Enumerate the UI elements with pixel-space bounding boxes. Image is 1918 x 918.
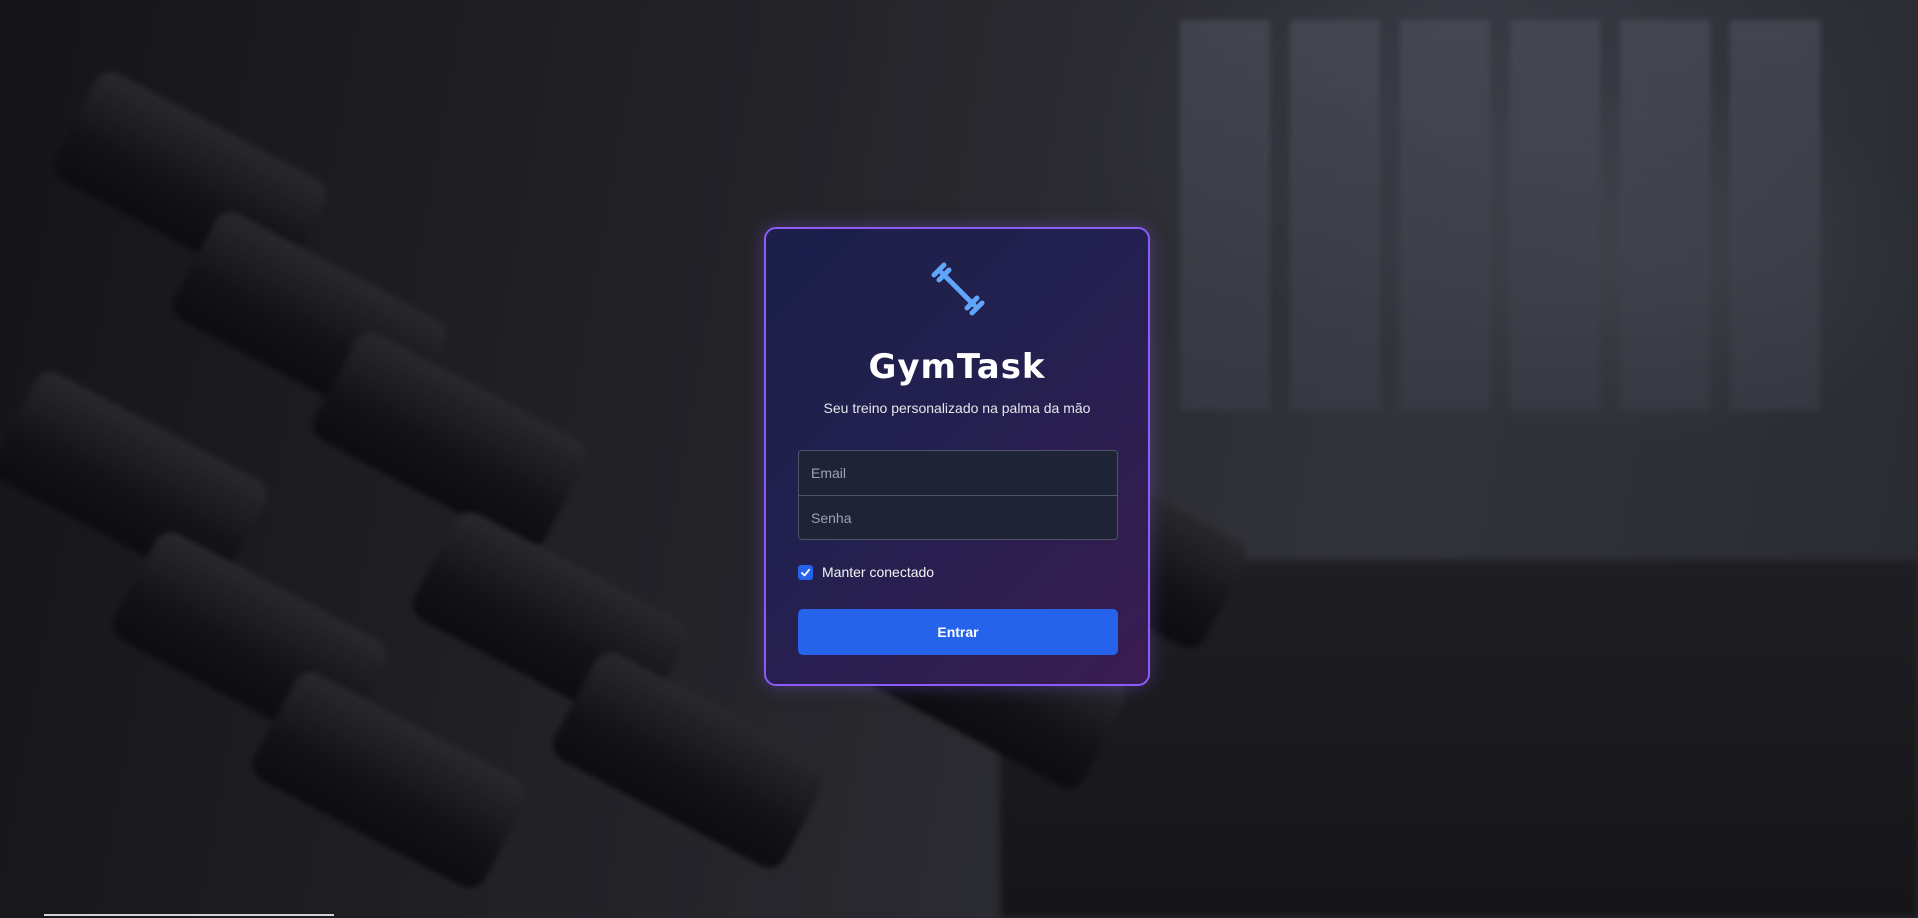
app-title: GymTask	[868, 347, 1046, 387]
remember-label: Manter conectado	[822, 564, 935, 580]
dumbbell-icon	[931, 262, 985, 316]
remember-checkbox[interactable]	[798, 564, 813, 580]
login-button[interactable]: Entrar	[798, 609, 1118, 655]
app-subtitle: Seu treino personalizado na palma da mão	[823, 400, 1091, 416]
password-field[interactable]	[799, 496, 1117, 539]
bottom-divider	[44, 914, 334, 916]
email-field[interactable]	[799, 451, 1117, 495]
check-icon	[800, 568, 811, 576]
remember-me[interactable]: Manter conectado	[798, 564, 934, 580]
login-card: GymTask Seu treino personalizado na palm…	[764, 227, 1150, 686]
credentials-fields	[798, 450, 1118, 540]
